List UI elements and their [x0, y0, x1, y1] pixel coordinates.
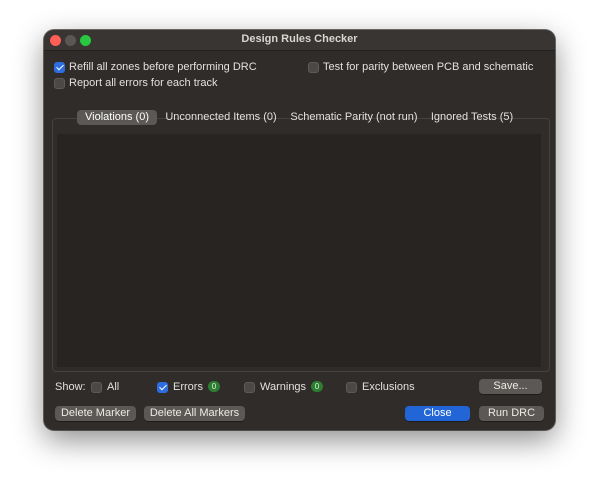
report-all-errors-label[interactable]: Report all errors for each track: [69, 77, 218, 89]
tab-ignored-tests[interactable]: Ignored Tests (5): [427, 110, 517, 125]
test-parity-label[interactable]: Test for parity between PCB and schemati…: [323, 61, 533, 73]
refill-zones-label[interactable]: Refill all zones before performing DRC: [69, 61, 257, 73]
close-button[interactable]: Close: [405, 406, 470, 421]
show-errors-checkbox[interactable]: [157, 382, 168, 393]
show-exclusions-checkbox[interactable]: [346, 382, 357, 393]
show-errors-label[interactable]: Errors: [173, 381, 203, 393]
show-label: Show:: [55, 381, 86, 393]
show-warnings-label[interactable]: Warnings: [260, 381, 306, 393]
warnings-count-badge: 0: [311, 381, 323, 392]
delete-all-markers-button[interactable]: Delete All Markers: [144, 406, 245, 421]
show-all-label[interactable]: All: [107, 381, 119, 393]
title-bar[interactable]: Design Rules Checker: [44, 30, 555, 51]
tab-schematic-parity[interactable]: Schematic Parity (not run): [285, 110, 423, 125]
show-exclusions-label[interactable]: Exclusions: [362, 381, 415, 393]
refill-zones-checkbox[interactable]: [54, 62, 65, 73]
window-title: Design Rules Checker: [241, 33, 358, 45]
report-all-errors-checkbox[interactable]: [54, 78, 65, 89]
tab-unconnected-items[interactable]: Unconnected Items (0): [161, 110, 281, 125]
errors-count-badge: 0: [208, 381, 220, 392]
save-button[interactable]: Save...: [479, 379, 542, 394]
tab-violations[interactable]: Violations (0): [77, 110, 157, 125]
delete-marker-button[interactable]: Delete Marker: [55, 406, 136, 421]
show-all-checkbox[interactable]: [91, 382, 102, 393]
show-warnings-checkbox[interactable]: [244, 382, 255, 393]
drc-dialog-window: Design Rules Checker Refill all zones be…: [44, 30, 555, 430]
test-parity-checkbox[interactable]: [308, 62, 319, 73]
violations-list[interactable]: [57, 134, 541, 367]
run-drc-button[interactable]: Run DRC: [479, 406, 544, 421]
